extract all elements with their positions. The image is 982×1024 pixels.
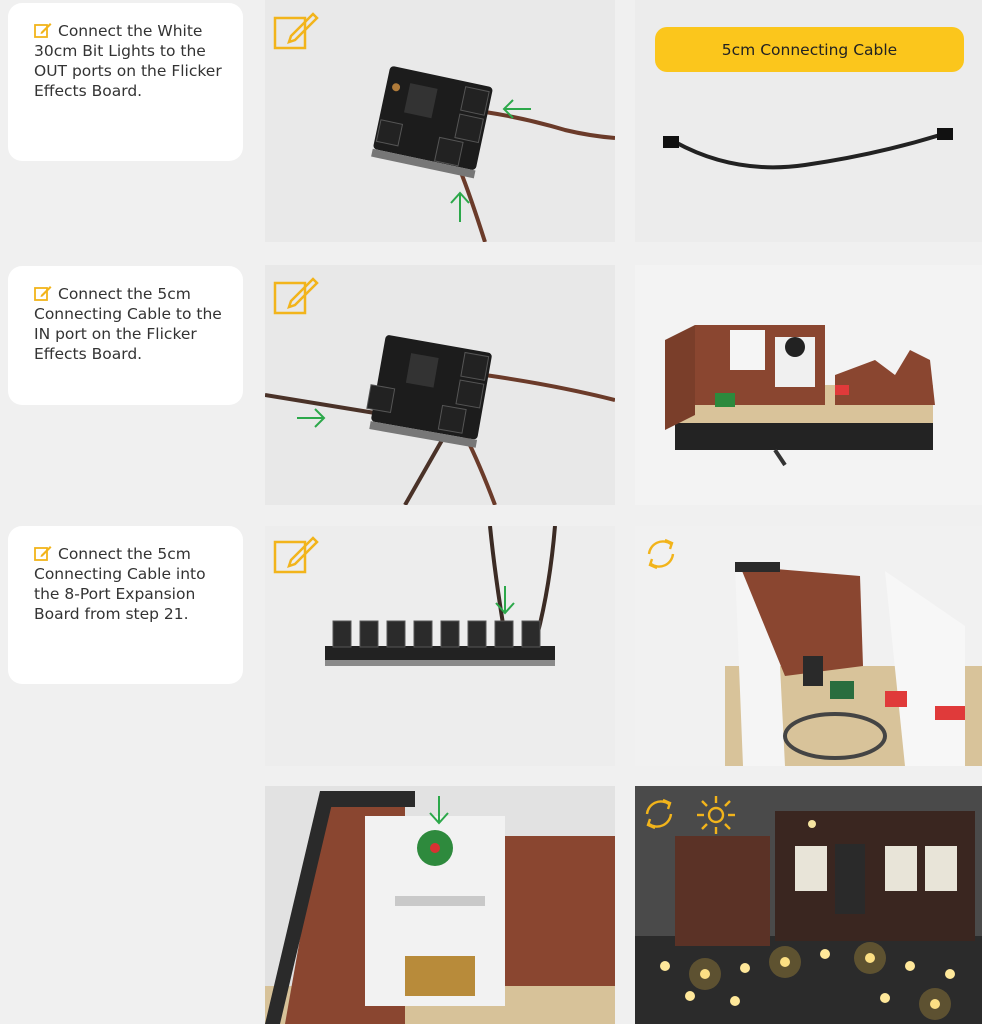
edit-note-icon [34, 286, 52, 301]
arrow-up-icon [450, 191, 470, 222]
edit-note-icon [273, 536, 319, 574]
photo-flicker-board-out [265, 0, 615, 242]
step-text-1: Connect the White 30cm Bit Lights to the… [34, 22, 222, 100]
photo-house-model [635, 265, 982, 505]
photo-expansion-board [265, 526, 615, 766]
edit-note-icon [273, 277, 319, 315]
photo-fireplace [265, 786, 615, 1024]
edit-note-icon [34, 23, 52, 38]
step-card-1: Connect the White 30cm Bit Lights to the… [8, 3, 243, 161]
step-text-3: Connect the 5cm Connecting Cable into th… [34, 545, 206, 623]
photo-house-lit [635, 786, 982, 1024]
cable-label-badge: 5cm Connecting Cable [655, 27, 964, 72]
arrow-down-icon [495, 586, 515, 615]
photo-house-interior [635, 526, 982, 766]
arrow-left-icon [502, 99, 531, 119]
light-on-icon [697, 796, 735, 834]
edit-note-icon [273, 12, 319, 50]
arrow-down-icon [429, 796, 449, 825]
step-text-2: Connect the 5cm Connecting Cable to the … [34, 285, 222, 363]
rotate-icon [645, 798, 673, 830]
step-card-3: Connect the 5cm Connecting Cable into th… [8, 526, 243, 684]
step-card-2: Connect the 5cm Connecting Cable to the … [8, 266, 243, 405]
edit-note-icon [34, 546, 52, 561]
rotate-icon [647, 538, 675, 570]
photo-flicker-board-in [265, 265, 615, 505]
arrow-right-icon [297, 408, 326, 428]
